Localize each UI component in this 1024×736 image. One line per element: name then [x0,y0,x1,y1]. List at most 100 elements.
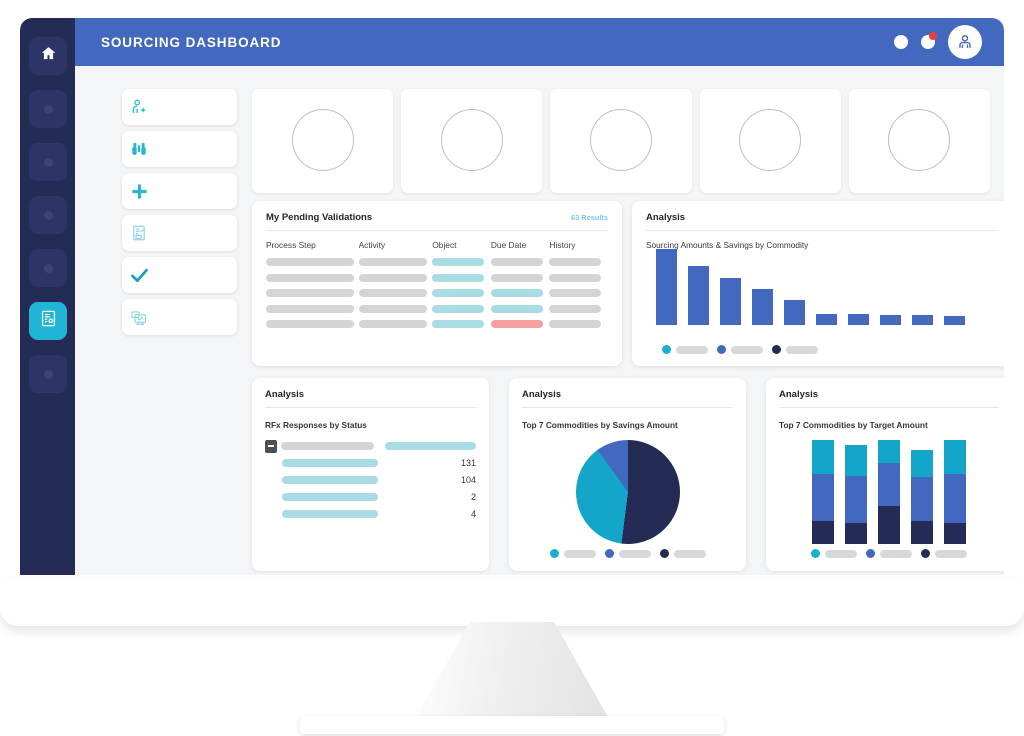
quick-action-4[interactable] [122,215,237,251]
cell-bar [549,304,602,313]
bar-9 [912,315,933,325]
dot-icon [43,210,53,220]
legend-label [786,345,818,354]
kpi-card-3[interactable] [550,89,692,193]
legend-dot [866,549,875,558]
stack-segment-cyan [911,450,933,478]
quick-action-2[interactable] [122,131,237,167]
kpi-value [739,108,802,171]
table-row[interactable] [266,273,608,282]
legend-label [563,549,596,558]
legend-item-2[interactable] [866,549,912,558]
quick-action-5[interactable] [122,257,237,293]
bar-2 [688,265,709,325]
rfx-row[interactable]: 4 [265,509,476,519]
cell-bar [490,289,543,297]
rail-item-nav-documents[interactable] [29,302,67,340]
legend-item-2[interactable] [604,549,651,558]
stack-segment-cyan [878,440,900,463]
legend-item-3[interactable] [921,549,967,558]
notification-badge [929,32,937,40]
rfx-row[interactable]: 131 [265,458,476,468]
validations-column-header: Activity [358,240,386,250]
quick-action-1[interactable] [122,89,237,125]
divider [522,407,733,408]
table-row[interactable] [266,320,608,328]
rfx-row[interactable] [265,439,476,453]
table-cell [490,320,550,328]
table-row[interactable] [266,304,608,313]
sourcing-bar-chart [656,249,965,325]
legend-label [935,549,967,558]
stacked-bar-4 [911,450,933,544]
rail-item-nav-3[interactable] [29,143,67,181]
cell-bar [266,273,354,282]
notification-icon[interactable] [921,32,937,49]
kpi-row [252,89,991,193]
rail-item-nav-5[interactable] [29,249,67,287]
stack-segment-navy [812,521,834,544]
cell-bar [358,273,427,282]
rfx-row[interactable]: 2 [265,492,476,502]
circle-icon[interactable] [894,35,908,49]
table-cell [358,258,433,266]
kpi-card-1[interactable] [252,89,394,193]
legend-item-1[interactable] [549,549,596,558]
legend-dot [662,345,671,354]
cell-bar [358,320,427,328]
legend-label [825,549,857,558]
stack-segment-blue [845,476,867,524]
quick-actions-sidebar [122,89,237,341]
bar-7 [848,314,869,325]
kpi-card-5[interactable] [848,89,991,193]
legend-item-3[interactable] [772,345,818,354]
table-row[interactable] [266,289,608,297]
nav-rail [20,18,75,575]
table-cell [549,258,608,266]
quick-action-6[interactable] [122,299,237,335]
validations-column-header: Object [432,240,457,250]
pie-legend [509,549,746,558]
table-row[interactable] [266,258,608,266]
rail-item-nav-7[interactable] [29,355,67,393]
cell-bar [432,304,485,313]
quick-action-3[interactable] [122,173,237,209]
rail-item-home[interactable] [29,37,67,75]
kpi-card-2[interactable] [401,89,543,193]
rail-item-nav-2[interactable] [29,90,67,128]
divider [266,230,608,231]
pie-subtitle: Top 7 Commodities by Savings Amount [522,420,678,430]
table-cell [358,273,433,282]
legend-item-2[interactable] [717,345,763,354]
cell-bar [432,258,485,266]
user-avatar-icon[interactable] [948,25,982,59]
legend-item-3[interactable] [659,549,706,558]
table-cell [549,304,608,313]
stack-segment-blue [878,462,900,506]
collapse-toggle-icon[interactable] [265,439,278,453]
stacked-bar-3 [878,440,900,544]
kpi-card-4[interactable] [699,89,841,193]
validations-rows [266,258,608,328]
stack-legend [766,549,1004,558]
legend-item-1[interactable] [811,549,857,558]
legend-item-1[interactable] [662,345,708,354]
bar-3 [720,277,741,325]
table-cell [549,320,608,328]
kpi-value [888,108,951,171]
dot-icon [43,157,53,167]
dot-icon [43,369,53,379]
stack-segment-blue [944,474,966,524]
validations-results-count[interactable]: 63 Results [571,213,608,222]
legend-label [880,549,912,558]
table-cell [432,273,491,282]
stack-segment-navy [845,523,867,544]
table-cell [358,304,433,313]
validations-column-header: History [549,240,576,250]
monitor-stand [412,622,612,724]
rfx-row[interactable]: 104 [265,475,476,485]
rail-item-nav-4[interactable] [29,196,67,234]
table-cell [490,289,550,297]
table-cell [432,258,491,266]
dot-icon [43,263,53,273]
